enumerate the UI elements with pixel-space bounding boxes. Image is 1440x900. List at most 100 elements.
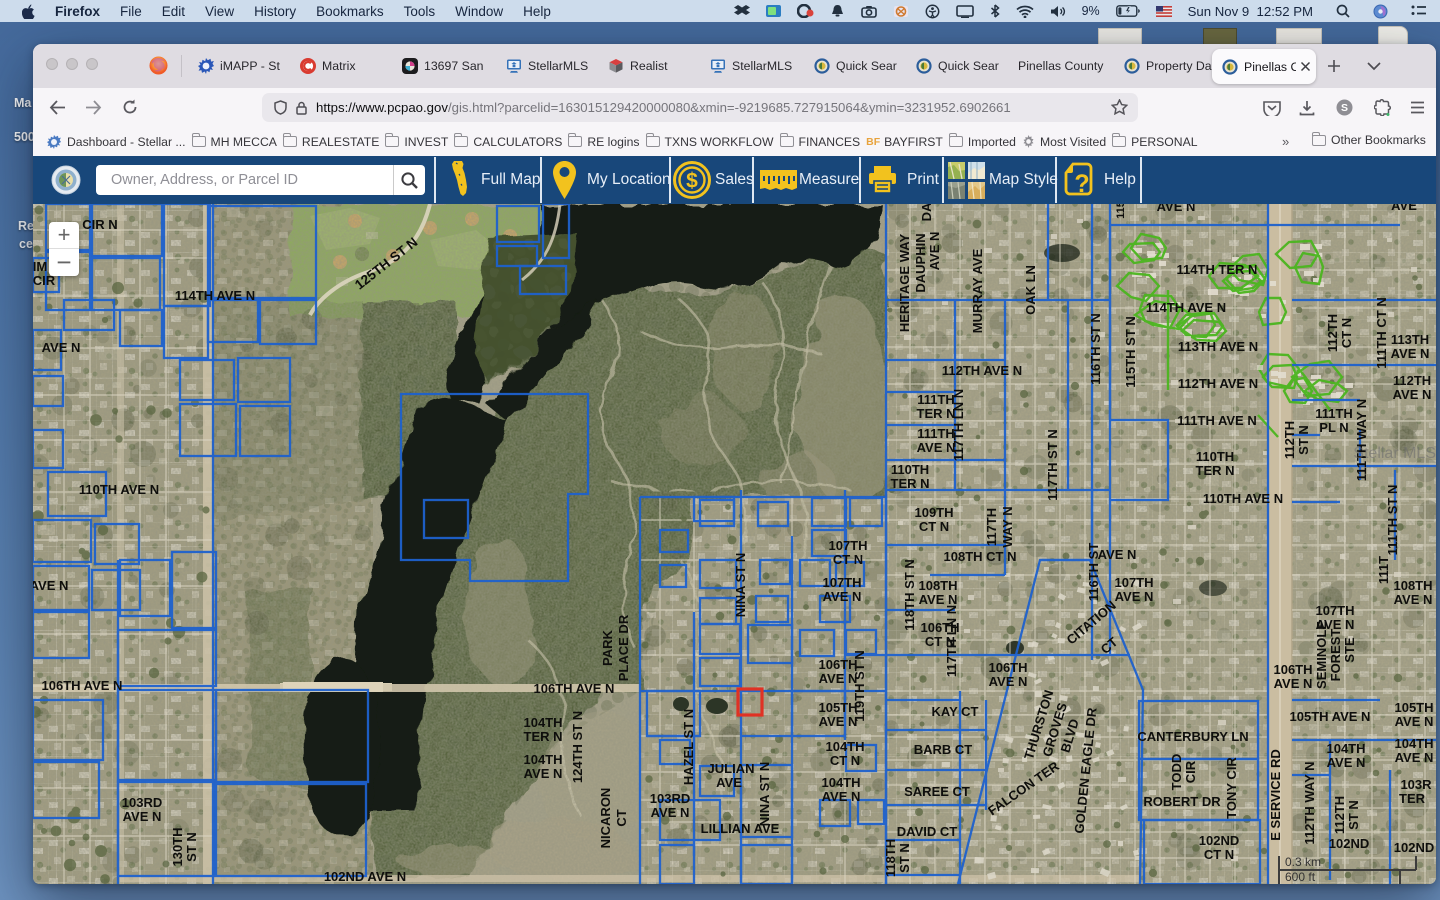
svg-text:AVE N: AVE N: [42, 340, 81, 355]
svg-text:110TH AVE N: 110TH AVE N: [1203, 491, 1283, 506]
svg-text:119TH ST N: 119TH ST N: [852, 650, 867, 722]
svg-text:AVE N: AVE N: [1115, 589, 1154, 604]
svg-text:ROBERT DR: ROBERT DR: [1143, 794, 1221, 809]
svg-text:104TH: 104TH: [825, 739, 864, 754]
svg-text:115: 115: [1115, 204, 1127, 219]
svg-text:108TH CT N: 108TH CT N: [944, 549, 1017, 564]
svg-text:FOREST: FOREST: [1328, 629, 1343, 682]
svg-text:110TH AVE N: 110TH AVE N: [79, 482, 159, 497]
svg-text:105TH AVE N: 105TH AVE N: [1290, 709, 1371, 724]
svg-text:113TH: 113TH: [1391, 332, 1429, 347]
svg-text:CT N: CT N: [919, 519, 949, 534]
svg-text:106TH: 106TH: [988, 660, 1027, 675]
svg-text:117TH: 117TH: [984, 508, 999, 546]
svg-text:111TH: 111TH: [917, 426, 955, 441]
svg-text:117TH LN N: 117TH LN N: [944, 605, 959, 677]
svg-text:CT N: CT N: [833, 552, 863, 567]
svg-text:AVE N: AVE N: [524, 766, 563, 781]
svg-text:E SERVICE RD: E SERVICE RD: [1268, 749, 1283, 841]
svg-text:AVE N: AVE N: [1157, 204, 1196, 214]
svg-text:124TH ST N: 124TH ST N: [570, 711, 585, 783]
svg-text:117TH LN N: 117TH LN N: [951, 389, 966, 461]
svg-text:CT N: CT N: [1204, 847, 1234, 862]
svg-text:TER N: TER N: [891, 476, 930, 491]
svg-text:112TH WAY N: 112TH WAY N: [1302, 761, 1317, 844]
svg-text:AVE N: AVE N: [927, 232, 942, 271]
svg-text:117TH ST N: 117TH ST N: [1045, 429, 1060, 501]
svg-text:AVE: AVE: [716, 775, 742, 790]
svg-text:CT: CT: [614, 809, 629, 826]
svg-text:CANTERBURY LN: CANTERBURY LN: [1137, 729, 1248, 744]
svg-text:112TH: 112TH: [1325, 314, 1340, 352]
svg-text:114TH TER N: 114TH TER N: [1177, 262, 1258, 277]
svg-text:130TH: 130TH: [170, 827, 185, 866]
svg-text:ST N: ST N: [184, 832, 199, 862]
svg-text:110TH: 110TH: [1196, 449, 1234, 464]
svg-text:AVE N: AVE N: [1327, 755, 1366, 770]
svg-text:106TH AVE N: 106TH AVE N: [42, 678, 123, 693]
svg-text:MURRAY AVE: MURRAY AVE: [970, 248, 985, 333]
svg-text:CIR: CIR: [1183, 760, 1198, 783]
svg-text:JULIAN: JULIAN: [708, 761, 755, 776]
svg-text:107TH: 107TH: [1114, 575, 1153, 590]
svg-text:WAY N: WAY N: [1000, 506, 1015, 547]
svg-text:102ND AVE N: 102ND AVE N: [324, 869, 406, 884]
svg-text:107TH: 107TH: [822, 575, 861, 590]
svg-text:104TH: 104TH: [523, 715, 562, 730]
svg-text:ST N: ST N: [897, 843, 912, 873]
svg-text:AVE N: AVE N: [1274, 676, 1313, 691]
svg-text:AVE N: AVE N: [1098, 547, 1137, 562]
svg-text:112TH: 112TH: [1332, 796, 1347, 834]
svg-text:104TH: 104TH: [523, 752, 562, 767]
svg-text:112TH: 112TH: [1393, 373, 1431, 388]
svg-text:PL N: PL N: [1319, 420, 1348, 435]
svg-text:DAVID CT: DAVID CT: [897, 824, 957, 839]
svg-text:S: S: [1341, 102, 1348, 114]
svg-text:TONY CIR: TONY CIR: [1224, 757, 1239, 819]
svg-text:KAY CT: KAY CT: [932, 704, 979, 719]
svg-text:111TH: 111TH: [917, 392, 955, 407]
svg-text:106TH AVE N: 106TH AVE N: [534, 681, 615, 696]
svg-text:ST N: ST N: [1346, 800, 1361, 830]
svg-text:113TH AVE N: 113TH AVE N: [1178, 339, 1258, 354]
svg-text:107TH: 107TH: [828, 538, 867, 553]
svg-text:NICARON: NICARON: [598, 788, 613, 849]
svg-text:103RD: 103RD: [122, 795, 162, 810]
svg-text:BARB CT: BARB CT: [914, 742, 973, 757]
svg-text:AVE N: AVE N: [33, 578, 68, 593]
svg-text:108TH: 108TH: [918, 578, 957, 593]
svg-text:DAUPHIN: DAUPHIN: [913, 233, 928, 292]
svg-text:TODD: TODD: [1169, 754, 1184, 791]
svg-text:AVE N: AVE N: [123, 809, 162, 824]
svg-text:CT N: CT N: [1339, 318, 1354, 348]
svg-text:AVE N: AVE N: [917, 440, 956, 455]
svg-text:AVE N: AVE N: [1394, 592, 1433, 607]
svg-text:109TH: 109TH: [914, 505, 953, 520]
svg-text:AVE N: AVE N: [1395, 714, 1434, 729]
svg-text:112TH AVE N: 112TH AVE N: [1178, 376, 1258, 391]
svg-text:CIR N: CIR N: [82, 217, 117, 232]
svg-text:AVE N: AVE N: [1391, 346, 1430, 361]
svg-text:105TH: 105TH: [1394, 700, 1433, 715]
svg-text:112TH AVE N: 112TH AVE N: [942, 363, 1022, 378]
svg-text:AVE N: AVE N: [822, 789, 861, 804]
svg-text:107TH: 107TH: [1315, 603, 1354, 618]
svg-text:AVE N: AVE N: [989, 674, 1028, 689]
svg-text:111TH AVE N: 111TH AVE N: [1177, 413, 1256, 428]
svg-text:103RD: 103RD: [650, 791, 690, 806]
svg-text:104TH: 104TH: [821, 775, 860, 790]
svg-text:IM: IM: [33, 259, 47, 274]
svg-text:HERITAGE WAY: HERITAGE WAY: [897, 234, 912, 333]
svg-text:DA: DA: [919, 204, 934, 221]
svg-text:104TH: 104TH: [1326, 741, 1365, 756]
svg-text:104TH: 104TH: [1394, 736, 1433, 751]
svg-text:0.3 km: 0.3 km: [1285, 855, 1321, 869]
svg-text:102ND: 102ND: [1199, 833, 1239, 848]
svg-text:111TH WAY N: 111TH WAY N: [1354, 399, 1369, 481]
svg-text:106TH: 106TH: [1273, 662, 1312, 677]
svg-text:115TH ST N: 115TH ST N: [1123, 316, 1138, 388]
svg-text:$: $: [686, 170, 698, 193]
svg-text:118TH: 118TH: [883, 839, 898, 877]
svg-text:STE: STE: [1342, 637, 1357, 663]
svg-text:TER N: TER N: [1196, 463, 1235, 478]
